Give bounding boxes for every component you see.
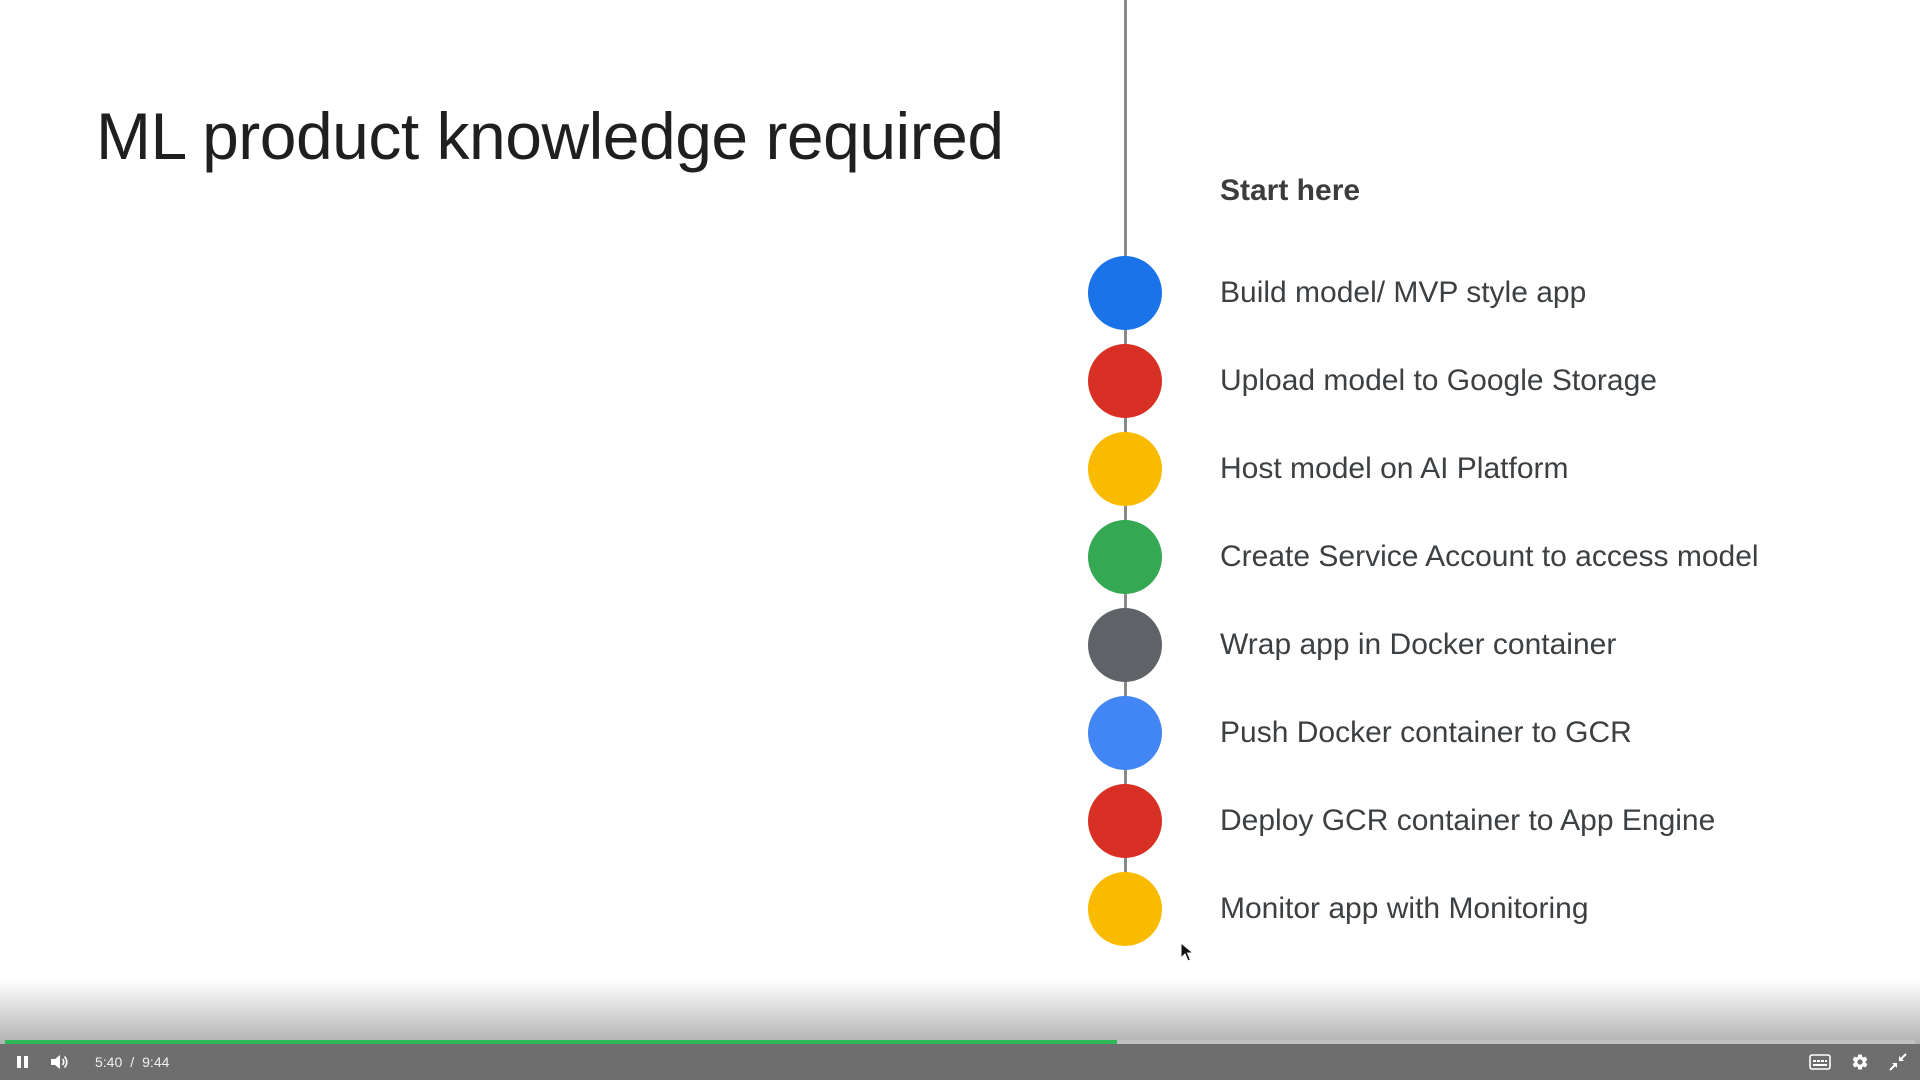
timeline-step: Upload model to Google Storage — [1088, 344, 1657, 418]
step-dot — [1088, 608, 1162, 682]
step-dot — [1088, 256, 1162, 330]
time-display: 5:40 / 9:44 — [95, 1044, 169, 1080]
step-label: Build model/ MVP style app — [1220, 276, 1587, 309]
pause-button[interactable] — [10, 1044, 36, 1080]
step-label: Monitor app with Monitoring — [1220, 892, 1589, 925]
total-duration: 9:44 — [142, 1054, 170, 1070]
volume-icon — [51, 1055, 68, 1069]
step-label: Wrap app in Docker container — [1220, 628, 1617, 661]
step-dot — [1088, 520, 1162, 594]
video-frame[interactable]: ML product knowledge required Start here… — [0, 0, 1920, 1080]
timeline-step: Host model on AI Platform — [1088, 432, 1569, 506]
timeline-step: Monitor app with Monitoring — [1088, 872, 1589, 946]
current-time: 5:40 — [95, 1054, 123, 1070]
step-label: Deploy GCR container to App Engine — [1220, 804, 1716, 837]
exit-fullscreen-button[interactable] — [1884, 1044, 1912, 1080]
pause-icon — [17, 1056, 28, 1068]
slide-title: ML product knowledge required — [96, 99, 1004, 173]
step-label: Upload model to Google Storage — [1220, 364, 1657, 397]
step-label: Push Docker container to GCR — [1220, 716, 1632, 749]
step-dot — [1088, 696, 1162, 770]
step-label: Create Service Account to access model — [1220, 540, 1759, 573]
volume-button[interactable] — [46, 1044, 74, 1080]
captions-icon — [1809, 1054, 1831, 1070]
timeline-step: Create Service Account to access model — [1088, 520, 1759, 594]
step-dot — [1088, 344, 1162, 418]
gear-icon — [1852, 1054, 1868, 1070]
step-dot — [1088, 784, 1162, 858]
timeline-step: Push Docker container to GCR — [1088, 696, 1632, 770]
timeline-step: Wrap app in Docker container — [1088, 608, 1616, 682]
settings-button[interactable] — [1846, 1044, 1874, 1080]
timeline-step: Deploy GCR container to App Engine — [1088, 784, 1715, 858]
timeline-step: Build model/ MVP style app — [1088, 256, 1586, 330]
step-label: Host model on AI Platform — [1220, 452, 1569, 485]
exit-fullscreen-icon — [1889, 1053, 1907, 1071]
captions-button[interactable] — [1806, 1044, 1834, 1080]
time-separator: / — [130, 1054, 135, 1070]
mouse-cursor-icon — [1180, 942, 1194, 962]
step-dot — [1088, 432, 1162, 506]
start-label: Start here — [1220, 174, 1361, 207]
player-control-bar: 5:40 / 9:44 — [0, 1044, 1920, 1080]
step-dot — [1088, 872, 1162, 946]
